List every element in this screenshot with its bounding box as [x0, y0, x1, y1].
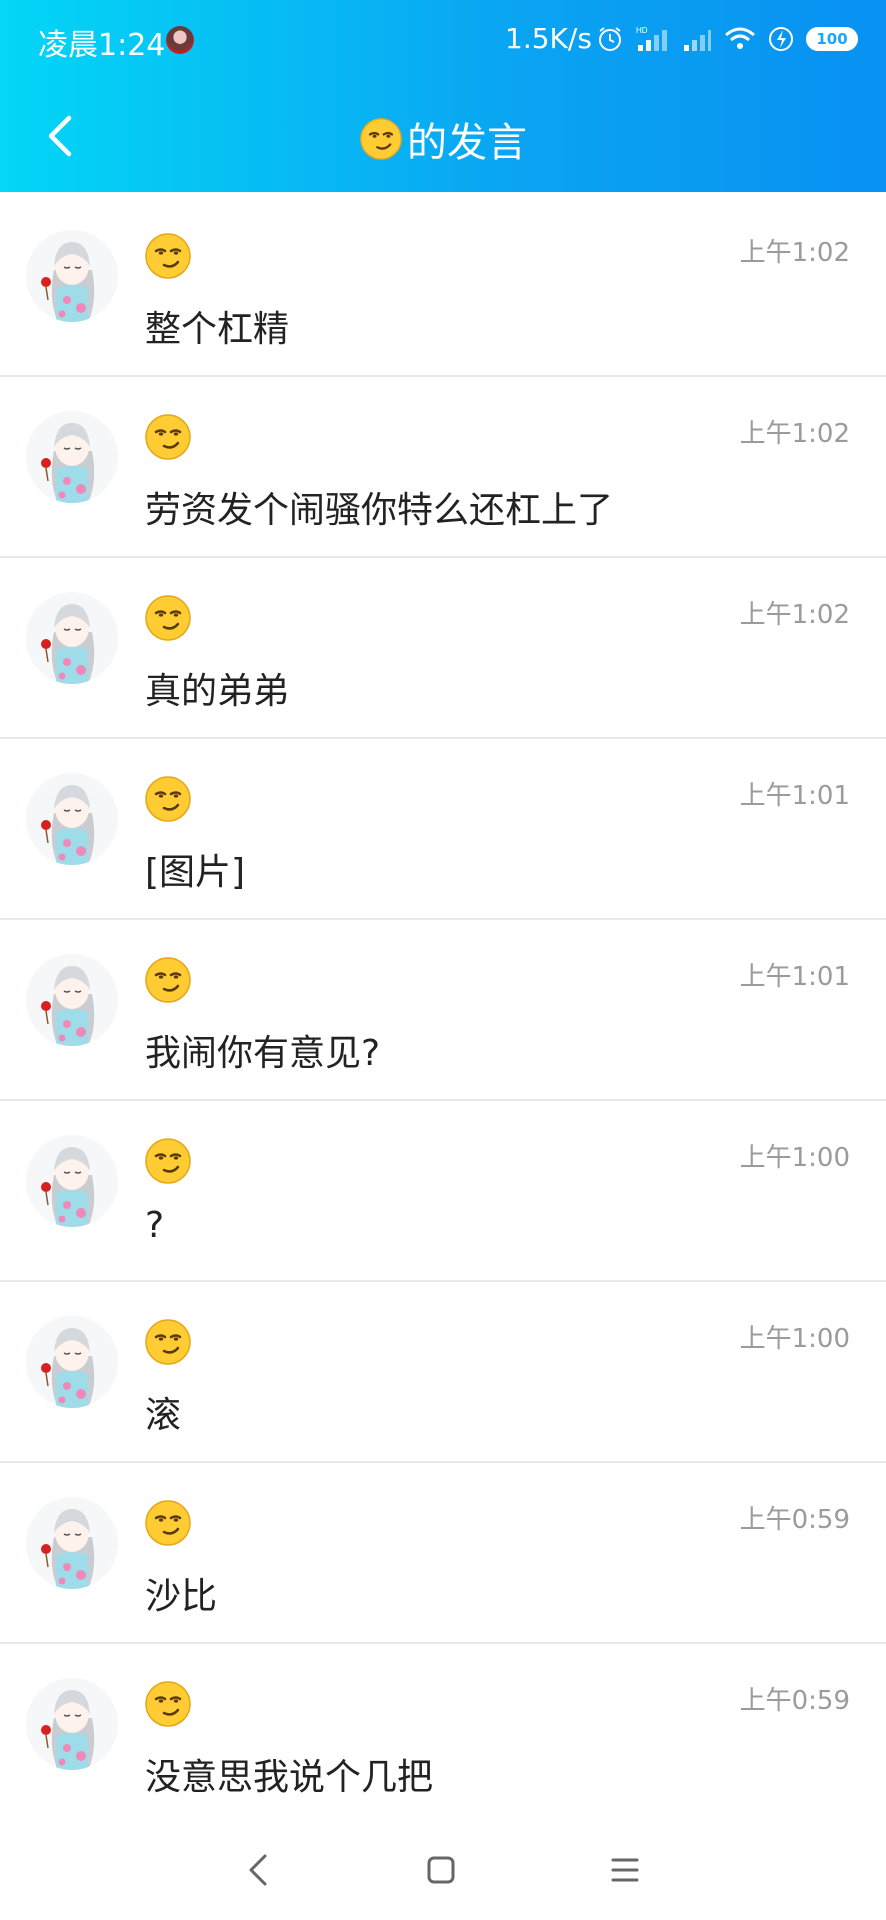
battery-icon: 100: [806, 27, 858, 51]
avatar[interactable]: [26, 954, 118, 1046]
hd-signal-icon: HD: [636, 26, 667, 51]
message-text: 劳资发个闹骚你特么还杠上了: [145, 490, 614, 531]
smirk-emoji-icon: [359, 117, 403, 161]
smirk-emoji-icon: [144, 1680, 192, 1728]
signal-icon: [684, 30, 711, 51]
message-text: 沙比: [145, 1576, 218, 1617]
smirk-emoji-icon: [144, 1318, 192, 1366]
message-item[interactable]: 上午1:02 劳资发个闹骚你特么还杠上了: [0, 377, 886, 558]
header: 凌晨1:24 1.5K/s HD 100 的发言: [0, 0, 886, 192]
back-triangle-icon: [249, 1854, 267, 1886]
page-title: 的发言: [0, 110, 886, 168]
avatar[interactable]: [26, 1678, 118, 1770]
wifi-icon: [725, 27, 755, 49]
message-item[interactable]: 上午0:59 没意思我说个几把: [0, 1644, 886, 1825]
timestamp: 上午1:00: [739, 1143, 850, 1173]
network-speed: 1.5K/s: [505, 22, 592, 55]
alarm-icon: [599, 27, 621, 51]
smirk-emoji-icon: [144, 775, 192, 823]
message-item[interactable]: 上午1:00 滚: [0, 1282, 886, 1463]
timestamp: 上午1:01: [739, 781, 850, 811]
timestamp: 上午1:00: [739, 1324, 850, 1354]
smirk-emoji-icon: [144, 232, 192, 280]
status-bar: 凌晨1:24 1.5K/s HD 100: [0, 0, 886, 80]
system-navigation-bar: [0, 1812, 886, 1920]
system-back-button[interactable]: [238, 1850, 278, 1890]
message-text: 整个杠精: [145, 309, 290, 350]
app-notification-icon: [166, 26, 194, 54]
avatar[interactable]: [26, 411, 118, 503]
home-square-icon: [427, 1856, 455, 1884]
page-title-text: 的发言: [407, 120, 527, 166]
svg-text:HD: HD: [636, 26, 648, 35]
avatar[interactable]: [26, 230, 118, 322]
timestamp: 上午0:59: [739, 1505, 850, 1535]
timestamp: 上午0:59: [739, 1686, 850, 1716]
message-text: [图片]: [145, 852, 246, 893]
timestamp: 上午1:01: [739, 962, 850, 992]
message-text: 真的弟弟: [145, 671, 290, 712]
message-item[interactable]: 上午1:02 真的弟弟: [0, 558, 886, 739]
message-text: 我闹你有意见?: [145, 1033, 381, 1074]
avatar[interactable]: [26, 592, 118, 684]
timestamp: 上午1:02: [739, 600, 850, 630]
message-item[interactable]: 上午1:02 整个杠精: [0, 196, 886, 377]
message-item[interactable]: 上午1:01 我闹你有意见?: [0, 920, 886, 1101]
message-item[interactable]: 上午1:01 [图片]: [0, 739, 886, 920]
avatar[interactable]: [26, 1497, 118, 1589]
smirk-emoji-icon: [144, 1499, 192, 1547]
timestamp: 上午1:02: [739, 419, 850, 449]
message-list: 上午1:02 整个杠精 上午1:02 劳资发个闹骚你特么还杠上了 上午1:02 …: [0, 196, 886, 1825]
timestamp: 上午1:02: [739, 238, 850, 268]
avatar[interactable]: [26, 773, 118, 865]
charging-icon: [769, 27, 793, 51]
status-time: 凌晨1:24: [38, 28, 166, 63]
smirk-emoji-icon: [144, 594, 192, 642]
nav-bar: 的发言: [0, 92, 886, 184]
system-home-button[interactable]: [421, 1850, 461, 1890]
smirk-emoji-icon: [144, 413, 192, 461]
message-text: 滚: [145, 1395, 182, 1436]
smirk-emoji-icon: [144, 956, 192, 1004]
system-menu-button[interactable]: [605, 1850, 645, 1890]
message-text: 没意思我说个几把: [145, 1757, 434, 1798]
avatar[interactable]: [26, 1135, 118, 1227]
status-icons: HD 100: [596, 22, 858, 56]
smirk-emoji-icon: [144, 1137, 192, 1185]
message-item[interactable]: 上午1:00 ?: [0, 1101, 886, 1282]
message-item[interactable]: 上午0:59 沙比: [0, 1463, 886, 1644]
menu-icon: [611, 1858, 639, 1882]
avatar[interactable]: [26, 1316, 118, 1408]
message-text: ?: [145, 1205, 165, 1246]
